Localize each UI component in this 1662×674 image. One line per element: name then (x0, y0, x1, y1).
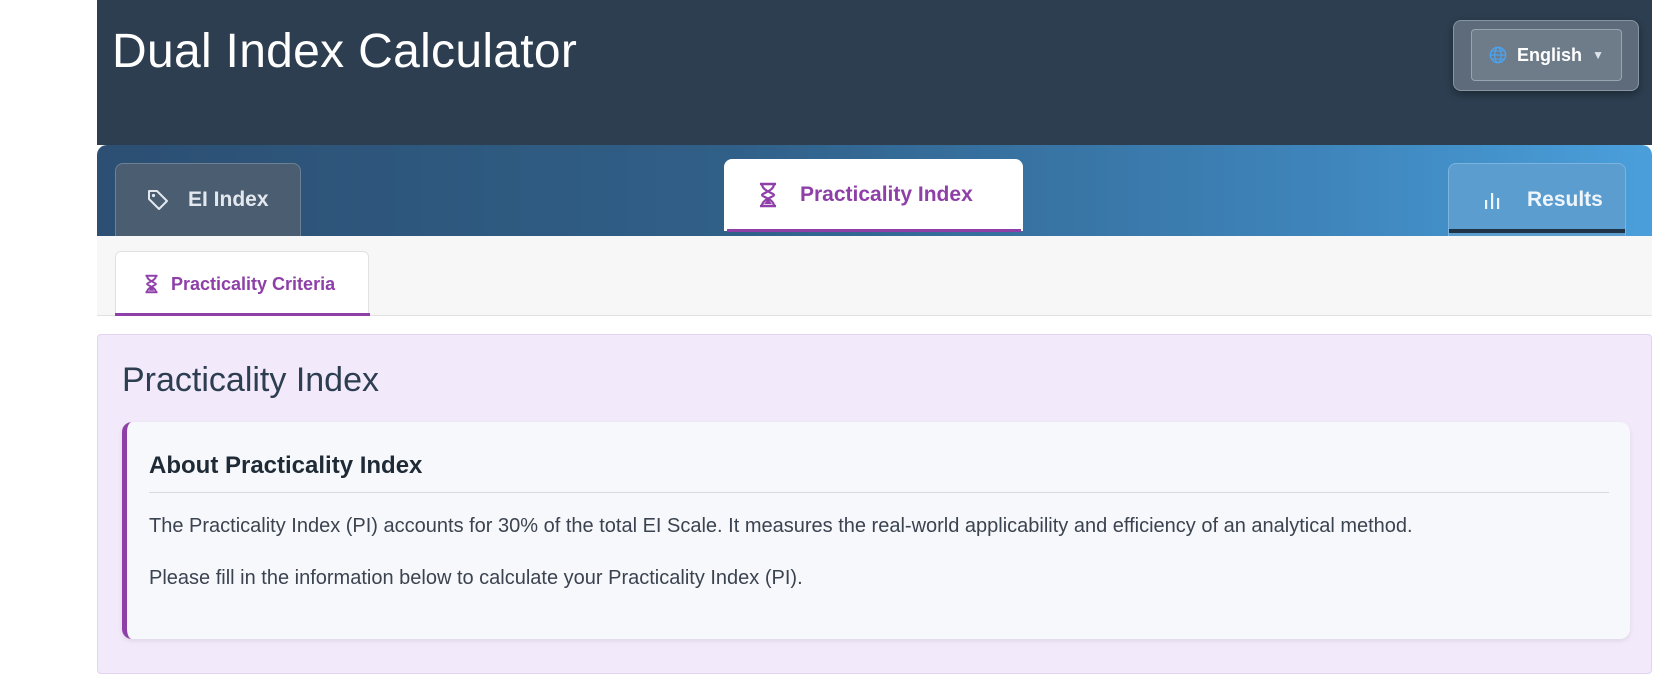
bar-chart-icon (1483, 190, 1501, 210)
app-root: Dual Index Calculator English ▼ EI Index… (97, 0, 1652, 674)
about-instructions: Please fill in the information below to … (149, 567, 803, 589)
tab-results[interactable]: Results (1448, 163, 1626, 236)
hourglass-icon (144, 274, 159, 294)
language-selector-container: English ▼ (1453, 20, 1639, 91)
tab-results-label: Results (1527, 188, 1603, 211)
section-title: Practicality Index (122, 361, 379, 399)
main-tab-bar: EI Index Practicality Index Results (97, 145, 1652, 236)
subtab-practicality-criteria-label: Practicality Criteria (171, 273, 336, 294)
hourglass-icon (758, 182, 778, 208)
tab-ei-index[interactable]: EI Index (115, 163, 301, 236)
app-title: Dual Index Calculator (112, 25, 578, 78)
divider (149, 492, 1609, 493)
chevron-down-icon: ▼ (1592, 48, 1604, 62)
subtab-practicality-criteria[interactable]: Practicality Criteria (115, 251, 369, 316)
about-card: About Practicality Index The Practicalit… (122, 422, 1630, 639)
results-tab-underline (1449, 229, 1625, 233)
about-card-title: About Practicality Index (149, 452, 423, 479)
active-tab-indicator (727, 229, 1021, 232)
globe-icon (1489, 46, 1507, 64)
language-label: English (1517, 44, 1583, 65)
language-selector-button[interactable]: English ▼ (1471, 29, 1622, 81)
app-header: Dual Index Calculator English ▼ (97, 0, 1652, 145)
tag-icon (146, 188, 170, 212)
sub-tab-bar: Practicality Criteria (97, 236, 1652, 316)
practicality-index-panel: Practicality Index About Practicality In… (97, 334, 1652, 674)
tab-practicality-index-label: Practicality Index (800, 183, 973, 206)
tab-ei-index-label: EI Index (188, 188, 269, 211)
tab-practicality-index[interactable]: Practicality Index (724, 159, 1023, 231)
active-subtab-indicator (115, 313, 370, 316)
about-description: The Practicality Index (PI) accounts for… (149, 515, 1413, 537)
